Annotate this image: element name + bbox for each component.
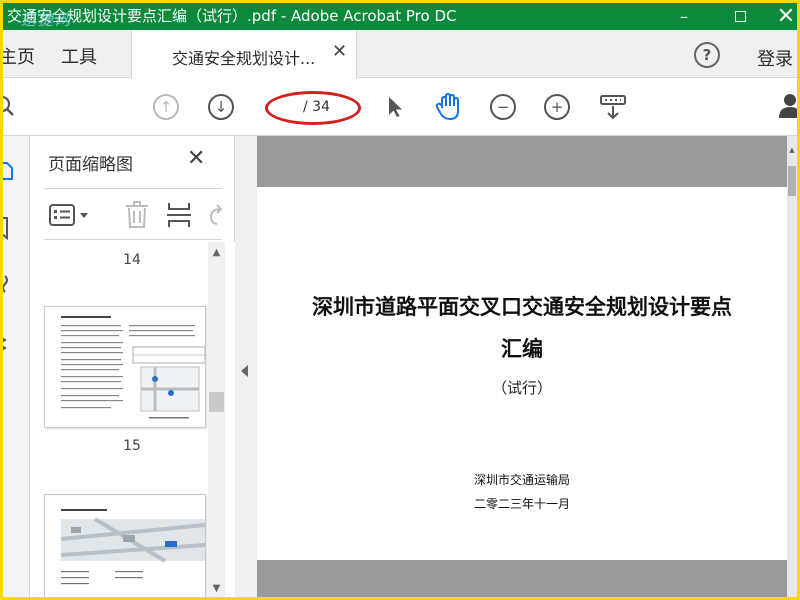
plus-icon: + (550, 97, 564, 116)
attachments-icon[interactable] (3, 272, 11, 300)
document-title-line2: 汇编 (501, 336, 543, 361)
options-menu-button[interactable] (49, 203, 91, 231)
trash-icon (126, 201, 148, 228)
minimize-icon: – (680, 7, 688, 26)
page-thumbnail-15[interactable] (44, 306, 206, 428)
thumbnail-list: 14 15 ▲ ▼ (30, 242, 235, 597)
zoom-out-button[interactable]: − (490, 94, 516, 120)
minimize-button[interactable]: – (661, 3, 707, 30)
bookmarks-icon[interactable] (3, 216, 11, 244)
acrobat-window: 交通安全规划设计要点汇编（试行）.pdf - Adobe Acrobat Pro… (3, 3, 797, 597)
window-title: 交通安全规划设计要点汇编（试行）.pdf - Adobe Acrobat Pro… (7, 7, 457, 25)
tab-document[interactable]: 交通安全规划设计... ✕ (131, 30, 357, 78)
page-display-button[interactable] (599, 93, 627, 121)
left-navigation-pane (3, 136, 30, 597)
document-view[interactable]: 深圳市道路平面交叉口交通安全规划设计要点 汇编 （试行） 深圳市交通运输局 二零… (257, 136, 787, 597)
layers-icon[interactable] (3, 332, 11, 360)
cursor-arrow-icon (389, 97, 402, 117)
thumbnail-tools (44, 188, 223, 240)
arrow-up-icon: ↑ (159, 97, 173, 116)
help-button[interactable]: ? (694, 42, 720, 68)
title-bar: 交通安全规划设计要点汇编（试行）.pdf - Adobe Acrobat Pro… (3, 3, 797, 30)
thumbnail-scrollbar[interactable]: ▲ ▼ (208, 242, 225, 597)
select-tool-button[interactable] (383, 94, 407, 120)
tab-tools[interactable]: 工具 (61, 43, 97, 69)
rotate-page-button[interactable] (207, 203, 223, 233)
maximize-icon (734, 11, 746, 22)
pdf-page: 深圳市道路平面交叉口交通安全规划设计要点 汇编 （试行） 深圳市交通运输局 二零… (257, 187, 787, 560)
document-tab-label: 交通安全规划设计... (172, 49, 316, 68)
arrow-down-icon: ↓ (214, 97, 228, 116)
maximize-button[interactable] (717, 3, 763, 30)
page-number-label: 15 (123, 438, 141, 454)
minus-icon: − (496, 97, 510, 116)
tab-home[interactable]: 主页 (3, 43, 35, 69)
hand-tool-button[interactable] (433, 91, 463, 123)
tab-bar: 主页 工具 交通安全规划设计... ✕ ? 登录 (3, 30, 797, 78)
page-thumbnails-panel: 页面缩略图 ✕ 14 15 ▲ ▼ (30, 136, 235, 597)
scrollbar-thumb[interactable] (788, 166, 796, 196)
previous-page-button[interactable]: ↑ (153, 94, 179, 120)
delete-pages-button[interactable] (124, 201, 150, 233)
collapse-panel-button[interactable] (235, 136, 257, 597)
document-title-line1: 深圳市道路平面交叉口交通安全规划设计要点 (312, 294, 732, 319)
insert-page-icon (167, 203, 191, 227)
red-annotation-circle (265, 91, 361, 125)
insert-page-button[interactable] (166, 201, 192, 233)
user-icon[interactable] (779, 92, 797, 118)
panel-title: 页面缩略图 (48, 155, 133, 175)
page-thumbnail-16[interactable] (44, 494, 206, 597)
scroll-up-icon[interactable]: ▲ (787, 146, 797, 156)
document-date: 二零二三年十一月 (473, 497, 570, 511)
document-scrollbar[interactable]: ▲ (787, 136, 797, 597)
sign-in-button[interactable]: 登录 (757, 45, 793, 71)
close-panel-button[interactable]: ✕ (187, 146, 205, 171)
scroll-up-icon[interactable]: ▲ (208, 244, 225, 261)
next-page-button[interactable]: ↓ (208, 94, 234, 120)
document-subtitle: （试行） (491, 379, 552, 397)
rotate-icon (209, 204, 223, 225)
scroll-down-icon[interactable]: ▼ (208, 580, 225, 597)
search-icon[interactable] (3, 94, 17, 118)
chevron-left-icon (241, 365, 248, 377)
page-thumbnails-icon[interactable] (3, 160, 17, 186)
page-number-label: 14 (123, 252, 141, 268)
close-tab-icon[interactable]: ✕ (332, 41, 347, 62)
scrollbar-thumb[interactable] (209, 392, 224, 412)
document-organization: 深圳市交通运输局 (473, 473, 570, 487)
list-options-icon (49, 204, 88, 226)
watermark-text: 迅捷网 (21, 11, 73, 29)
close-icon: ✕ (776, 4, 796, 29)
zoom-in-button[interactable]: + (544, 94, 570, 120)
toolbar: ↑ ↓ / 34 − + (3, 78, 797, 136)
hand-icon (435, 93, 459, 120)
close-window-button[interactable]: ✕ (763, 3, 797, 30)
keyboard-scroll-icon (600, 95, 626, 120)
